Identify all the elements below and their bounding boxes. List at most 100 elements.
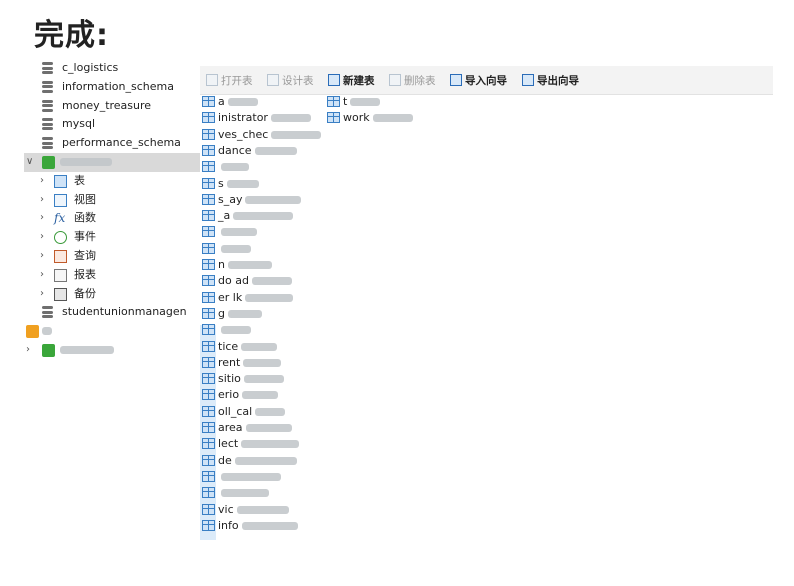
- table-icon: [202, 503, 215, 515]
- table-name: dance: [218, 142, 297, 159]
- database-icon: [42, 137, 55, 150]
- delete-table-button[interactable]: 删除表: [389, 73, 436, 88]
- table-name: de: [218, 452, 297, 469]
- table-icon: [202, 340, 215, 352]
- redaction-blur: [221, 228, 257, 237]
- database-open-icon: [42, 155, 55, 169]
- table-name: info: [218, 517, 298, 534]
- redaction-blur: [227, 309, 262, 318]
- tree-db-performance-schema[interactable]: performance_schema: [24, 134, 200, 153]
- table-icon: [202, 454, 215, 466]
- export-wizard-button[interactable]: 导出向导: [522, 73, 579, 88]
- table-icon: [202, 422, 215, 433]
- chevron-right-icon[interactable]: ›: [40, 228, 44, 247]
- table-name: erio: [218, 386, 279, 403]
- redaction-blur: [227, 98, 258, 106]
- tree-item-functions[interactable]: › fx 函数: [24, 209, 200, 228]
- design-table-button[interactable]: 设计表: [267, 73, 314, 88]
- chevron-right-icon[interactable]: ›: [40, 285, 44, 304]
- table-icon: [202, 373, 215, 385]
- database-icon: [42, 62, 55, 75]
- table-name: work: [343, 109, 413, 126]
- table-icon: [202, 210, 215, 222]
- new-table-button[interactable]: 新建表: [328, 73, 375, 88]
- table-icon: [202, 438, 215, 450]
- tree-db-mysql[interactable]: mysql: [24, 115, 200, 134]
- redaction-blur: [245, 195, 302, 204]
- tree-item-tables[interactable]: › 表: [24, 172, 200, 191]
- table-icon: [202, 307, 215, 319]
- tree-db-c-logistics[interactable]: c_logistics: [24, 59, 200, 78]
- tree-item-queries[interactable]: › 查询: [24, 247, 200, 266]
- table-name: ves_chec: [218, 126, 322, 143]
- tree-item-backup[interactable]: › 备份: [24, 285, 200, 304]
- event-icon: [54, 231, 67, 245]
- table-name: _a: [218, 207, 294, 224]
- table-name: rent: [218, 354, 282, 371]
- redaction-blur: [221, 472, 281, 481]
- redaction-blur: [226, 179, 259, 188]
- page-heading: 完成:: [34, 18, 109, 53]
- chevron-right-icon[interactable]: ›: [40, 247, 44, 266]
- database-icon: [42, 80, 55, 94]
- table-icon: [202, 128, 215, 140]
- export-icon: [522, 74, 534, 86]
- tree-db-money-treasure[interactable]: money_treasure: [24, 97, 200, 116]
- import-wizard-button[interactable]: 导入向导: [450, 73, 507, 88]
- table-name: er lk: [218, 289, 294, 306]
- tree-connection-other[interactable]: [24, 322, 200, 341]
- table-name: [218, 223, 257, 240]
- view-icon: [54, 193, 67, 207]
- redaction-blur: [221, 244, 251, 253]
- tree-connection-collapsed[interactable]: ›: [24, 341, 200, 360]
- table-name: area: [218, 419, 292, 436]
- import-icon: [450, 74, 462, 86]
- table-icon: [202, 405, 215, 417]
- open-table-button[interactable]: 打开表: [206, 73, 253, 88]
- redaction-blur: [221, 489, 269, 498]
- chevron-right-icon[interactable]: ›: [40, 209, 44, 228]
- tree-db-selected[interactable]: ∨: [24, 152, 200, 172]
- chevron-right-icon[interactable]: ›: [40, 191, 44, 210]
- redaction-blur: [242, 391, 279, 400]
- chevron-right-icon[interactable]: ›: [26, 341, 30, 360]
- tree-item-events[interactable]: › 事件: [24, 228, 200, 247]
- table-icon: [202, 161, 215, 173]
- redaction-blur: [245, 293, 294, 302]
- redaction-blur: [243, 358, 282, 367]
- connection-tree: c_logistics information_schema money_tre…: [24, 59, 200, 360]
- table-icon: [202, 470, 215, 482]
- object-toolbar: 打开表 设计表 新建表 删除表 导入向导 导出向导: [200, 66, 773, 95]
- tree-db-studentunion[interactable]: studentunionmanagen: [24, 303, 200, 322]
- design-table-icon: [267, 74, 279, 86]
- connection-icon: [42, 343, 55, 357]
- table-name: n: [218, 256, 272, 273]
- redaction-blur: [350, 98, 381, 106]
- table-icon: [202, 226, 215, 238]
- table-list: a inistrator ves_chec dance s s_ay _a n do ad er …: [200, 93, 330, 538]
- tree-item-reports[interactable]: › 报表: [24, 266, 200, 285]
- table-icon: [202, 193, 215, 205]
- redaction-blur: [270, 114, 311, 123]
- table-icon: [202, 259, 215, 270]
- redaction-blur: [241, 521, 298, 530]
- table-name: tice: [218, 338, 278, 355]
- table-name: s_ay: [218, 191, 302, 208]
- table-name: a: [218, 93, 258, 110]
- chevron-right-icon[interactable]: ›: [40, 172, 44, 191]
- table-list-column-2: t work: [325, 93, 445, 133]
- table-name: g: [218, 305, 262, 322]
- table-icon: [202, 291, 215, 303]
- delete-table-icon: [389, 74, 401, 86]
- table-name: vic: [218, 501, 289, 518]
- redaction-blur: [255, 407, 286, 416]
- tree-item-views[interactable]: › 视图: [24, 191, 200, 210]
- table-name: sitio: [218, 370, 284, 387]
- table-name: t: [343, 93, 381, 110]
- table-icon: [202, 324, 215, 336]
- tree-db-information-schema[interactable]: information_schema: [24, 78, 200, 97]
- chevron-right-icon[interactable]: ›: [40, 266, 44, 285]
- table-name: [218, 240, 251, 257]
- chevron-down-icon[interactable]: ∨: [26, 153, 33, 172]
- query-icon: [54, 249, 67, 263]
